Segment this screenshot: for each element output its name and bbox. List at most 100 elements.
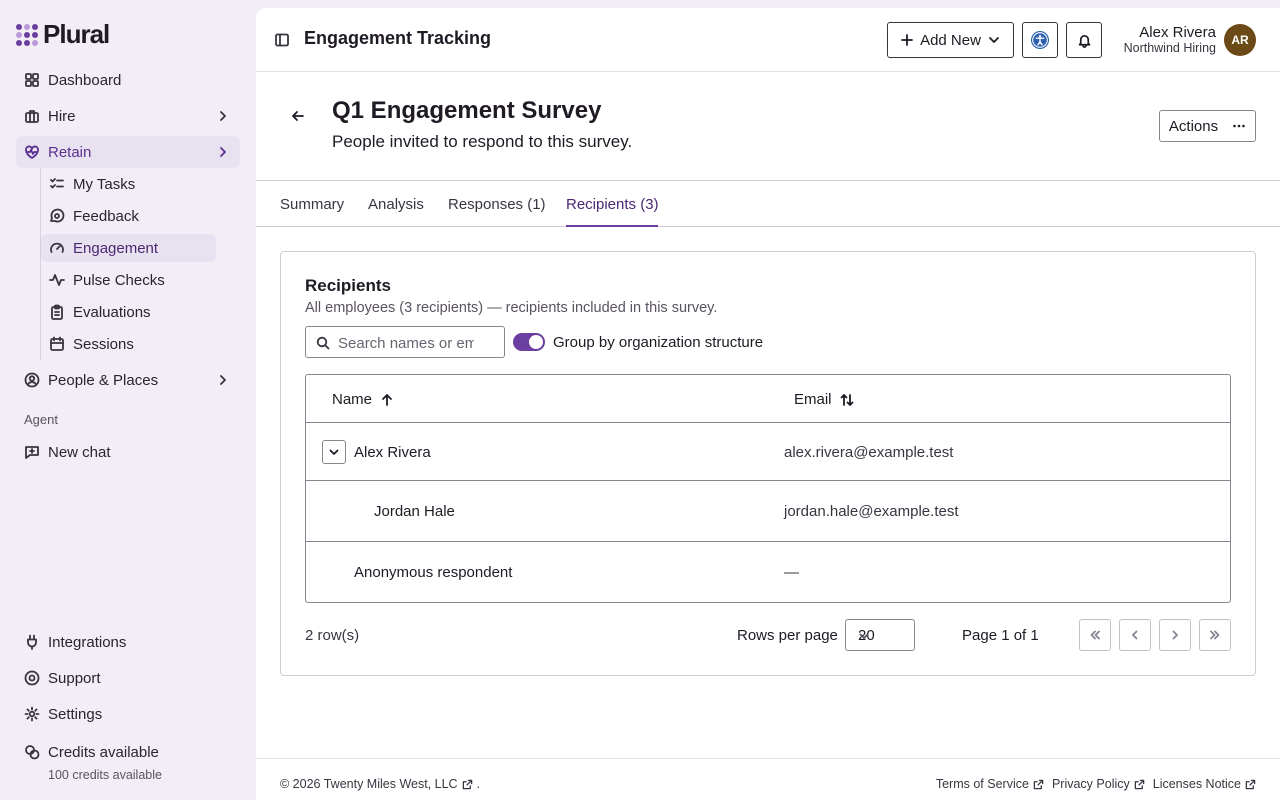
licenses-link[interactable]: Licenses Notice: [1153, 777, 1256, 791]
sidebar-subitem-sessions[interactable]: Sessions: [41, 330, 216, 358]
table-row-name: Anonymous respondent: [354, 564, 513, 581]
first-page-button[interactable]: [1079, 619, 1111, 651]
chevron-right-icon: [216, 109, 230, 123]
sidebar-item-new-chat[interactable]: New chat: [16, 436, 240, 468]
sidebar-item-integrations[interactable]: Integrations: [16, 626, 240, 658]
topbar-title: Engagement Tracking: [304, 28, 492, 48]
sort-arrows-icon: [840, 393, 854, 407]
tab-responses[interactable]: Responses (1): [448, 196, 546, 213]
topbar: Engagement Tracking Add New Alex Rivera …: [256, 8, 1280, 72]
footer-links: Terms of Service Privacy Policy Licenses…: [936, 777, 1256, 791]
sidebar-subitem-label: Feedback: [73, 207, 139, 225]
search-icon: [316, 336, 330, 350]
avatar[interactable]: AR: [1224, 24, 1256, 56]
plus-icon: [900, 33, 914, 47]
page-subtitle: People invited to respond to this survey…: [332, 132, 633, 151]
table-row-name: Jordan Hale: [374, 503, 455, 520]
sidebar-subitem-evaluations[interactable]: Evaluations: [41, 298, 216, 326]
sidebar-item-people-places[interactable]: People & Places: [16, 364, 240, 396]
sidebar-subitem-engagement[interactable]: Engagement: [41, 234, 216, 262]
chevron-right-icon: [216, 373, 230, 387]
chevron-down-icon: [858, 630, 870, 642]
group-toggle[interactable]: [513, 333, 545, 351]
coins-icon: [24, 744, 40, 760]
sidebar-item-label: Retain: [48, 143, 92, 161]
external-link-icon: [1134, 779, 1145, 790]
sidebar: Plural Dashboard Hire Retain My Tasks Fe…: [0, 0, 256, 800]
sidebar-item-support[interactable]: Support: [16, 662, 240, 694]
row-divider: [306, 422, 1230, 423]
column-header-label: Name: [332, 391, 373, 408]
back-arrow-icon[interactable]: [290, 108, 306, 124]
sidebar-subitem-pulse-checks[interactable]: Pulse Checks: [41, 266, 216, 294]
sidebar-item-label: Settings: [48, 705, 103, 723]
table-row-email: jordan.hale@example.test: [784, 503, 959, 520]
sidebar-item-dashboard[interactable]: Dashboard: [16, 64, 240, 96]
credits-count: 100 credits available: [48, 768, 162, 782]
footer-copyright[interactable]: © 2026 Twenty Miles West, LLC .: [280, 777, 480, 791]
sidebar-subitem-label: Evaluations: [73, 303, 151, 321]
sidebar-item-label: Integrations: [48, 633, 127, 651]
tab-summary[interactable]: Summary: [280, 196, 344, 213]
footer: © 2026 Twenty Miles West, LLC . Terms of…: [256, 758, 1280, 800]
search-box: [305, 326, 505, 358]
footer-link-label: Privacy Policy: [1051, 777, 1130, 791]
plug-icon: [24, 634, 40, 650]
checklist-icon: [49, 176, 65, 192]
sidebar-subitem-label: Sessions: [73, 335, 134, 353]
user-circle-icon: [24, 372, 40, 388]
chevron-right-icon: [216, 145, 230, 159]
notifications-button[interactable]: [1066, 22, 1102, 58]
expand-row-button[interactable]: [322, 440, 346, 464]
next-page-button[interactable]: [1159, 619, 1191, 651]
column-header-email[interactable]: Email: [794, 391, 854, 408]
last-page-button[interactable]: [1199, 619, 1231, 651]
recipients-card: Recipients All employees (3 recipients) …: [280, 251, 1256, 676]
table-row-name: Alex Rivera: [354, 444, 431, 461]
tab-analysis[interactable]: Analysis: [368, 196, 424, 213]
row-count: 2 row(s): [305, 627, 360, 644]
chevron-down-icon: [328, 446, 340, 458]
sidebar-item-label: Hire: [48, 107, 76, 125]
sidebar-item-credits[interactable]: Credits available: [16, 736, 240, 768]
sidebar-subitem-my-tasks[interactable]: My Tasks: [41, 170, 216, 198]
chevron-left-icon: [1129, 629, 1141, 641]
sidebar-subitem-label: My Tasks: [73, 175, 136, 193]
sidebar-section-agent: Agent: [24, 412, 58, 427]
group-toggle-label: Group by organization structure: [553, 334, 764, 351]
tab-recipients[interactable]: Recipients (3): [566, 196, 659, 213]
sidebar-item-hire[interactable]: Hire: [16, 100, 240, 132]
app-logo[interactable]: Plural: [16, 19, 110, 50]
accessibility-button[interactable]: [1022, 22, 1058, 58]
copyright-text: © 2026 Twenty Miles West, LLC: [280, 777, 458, 791]
actions-button[interactable]: Actions: [1159, 110, 1256, 142]
sidebar-item-retain[interactable]: Retain: [16, 136, 240, 168]
gauge-icon: [49, 240, 65, 256]
heart-pulse-icon: [24, 144, 40, 160]
sidebar-item-settings[interactable]: Settings: [16, 698, 240, 730]
gear-icon: [24, 706, 40, 722]
rows-per-page-select[interactable]: 20: [845, 619, 915, 651]
external-link-icon: [1033, 779, 1044, 790]
column-header-label: Email: [794, 391, 832, 408]
sidebar-toggle-icon[interactable]: [274, 32, 290, 48]
search-input[interactable]: [338, 331, 474, 355]
logo-mark-icon: [16, 23, 38, 46]
user-name: Alex Rivera: [1139, 24, 1216, 41]
tree-line: [40, 168, 41, 360]
calendar-icon: [49, 336, 65, 352]
add-new-button[interactable]: Add New: [887, 22, 1014, 58]
sidebar-item-label: People & Places: [48, 371, 159, 389]
prev-page-button[interactable]: [1119, 619, 1151, 651]
tab-bar: Summary Analysis Responses (1) Recipient…: [256, 180, 1280, 227]
privacy-link[interactable]: Privacy Policy: [1052, 777, 1145, 791]
sidebar-item-label: New chat: [48, 443, 111, 461]
column-header-name[interactable]: Name: [332, 391, 394, 408]
recipients-title: Recipients: [305, 276, 391, 295]
sidebar-item-label: Credits available: [48, 743, 159, 761]
bell-icon: [1077, 33, 1092, 48]
main-panel: Engagement Tracking Add New Alex Rivera …: [256, 8, 1280, 800]
terms-link[interactable]: Terms of Service: [936, 777, 1044, 791]
sidebar-subitem-feedback[interactable]: Feedback: [41, 202, 216, 230]
life-buoy-icon: [24, 670, 40, 686]
